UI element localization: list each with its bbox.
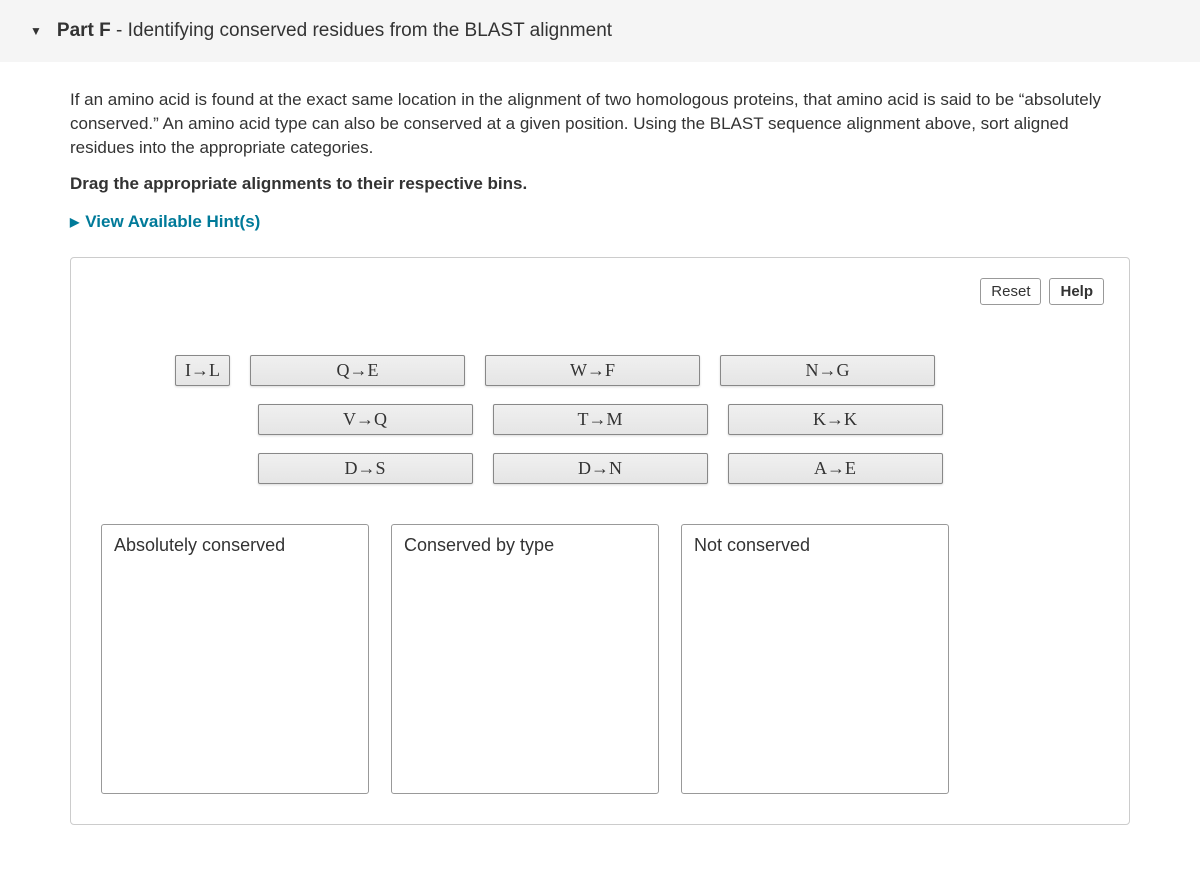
bin-label: Conserved by type [404, 535, 646, 556]
draggable-items-area: I→L Q→E W→F N→G V→Q T→M K→K D→S D→N A→E [175, 355, 1025, 484]
drag-item-v-q[interactable]: V→Q [258, 404, 473, 435]
bins-area: Absolutely conserved Conserved by type N… [96, 524, 1104, 794]
activity-box: Reset Help I→L Q→E W→F N→G V→Q T→M K→K D… [70, 257, 1130, 825]
drag-item-a-e[interactable]: A→E [728, 453, 943, 484]
collapse-down-icon: ▼ [30, 24, 42, 38]
part-header[interactable]: ▼ Part F - Identifying conserved residue… [0, 0, 1200, 63]
drag-item-i-l[interactable]: I→L [175, 355, 230, 386]
hints-label: View Available Hint(s) [85, 212, 260, 232]
chevron-right-icon: ▶ [70, 215, 79, 229]
help-button[interactable]: Help [1049, 278, 1104, 305]
description-text: If an amino acid is found at the exact s… [70, 88, 1130, 159]
drag-item-q-e[interactable]: Q→E [250, 355, 465, 386]
part-subtitle: Identifying conserved residues from the … [128, 20, 612, 41]
bin-label: Absolutely conserved [114, 535, 356, 556]
bin-conserved-by-type[interactable]: Conserved by type [391, 524, 659, 794]
instruction-text: Drag the appropriate alignments to their… [70, 174, 1130, 194]
part-label: Part F [57, 20, 111, 41]
drag-item-n-g[interactable]: N→G [720, 355, 935, 386]
view-hints-link[interactable]: ▶ View Available Hint(s) [70, 212, 1130, 232]
drag-item-d-s[interactable]: D→S [258, 453, 473, 484]
part-title: Part F - Identifying conserved residues … [57, 20, 612, 42]
drag-item-d-n[interactable]: D→N [493, 453, 708, 484]
bin-absolutely-conserved[interactable]: Absolutely conserved [101, 524, 369, 794]
bin-label: Not conserved [694, 535, 936, 556]
drag-item-k-k[interactable]: K→K [728, 404, 943, 435]
drag-item-t-m[interactable]: T→M [493, 404, 708, 435]
bin-not-conserved[interactable]: Not conserved [681, 524, 949, 794]
reset-button[interactable]: Reset [980, 278, 1041, 305]
drag-item-w-f[interactable]: W→F [485, 355, 700, 386]
